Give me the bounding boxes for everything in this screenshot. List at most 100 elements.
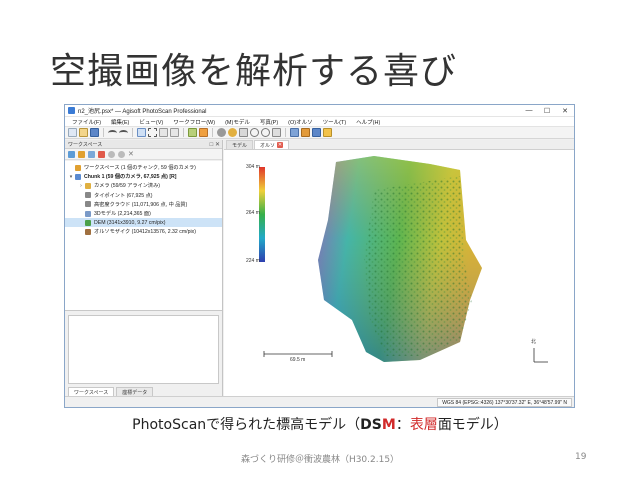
menu-photo[interactable]: 写真(P) xyxy=(255,118,283,126)
tree-item[interactable]: タイポイント (67,925 点) xyxy=(65,191,222,200)
dem-canvas xyxy=(259,156,548,363)
zoom-in-icon[interactable] xyxy=(250,128,259,137)
app-icon xyxy=(68,107,75,114)
rectangle-select-icon[interactable] xyxy=(148,128,157,137)
close-button[interactable]: ✕ xyxy=(556,105,574,117)
menu-workflow[interactable]: ワークフロー(W) xyxy=(168,118,220,126)
tree-item[interactable]: DEM (3141x3910, 9.27 cm/pix) xyxy=(65,218,222,228)
view-tabs: モデル オルソ ✕ xyxy=(224,140,574,150)
menu-help[interactable]: ヘルプ(H) xyxy=(351,118,385,126)
tree-item[interactable]: 高密度クラウド (11,071,906 点, 中 品質) xyxy=(65,200,222,209)
add-folder-icon[interactable] xyxy=(88,150,95,158)
status-bar: WGS 84 (EPSG::4326) 137°30'37.32" E, 36°… xyxy=(65,396,574,407)
tab-ortho-label: オルソ xyxy=(260,142,276,149)
properties-pane xyxy=(68,315,219,384)
tab-model[interactable]: モデル xyxy=(226,140,254,149)
remove-items-icon[interactable] xyxy=(98,150,105,158)
tree-item-icon xyxy=(85,201,91,208)
tree-item[interactable]: オルソモザイク (10412x13576, 2.32 cm/pix) xyxy=(65,227,222,236)
flag-icon[interactable] xyxy=(323,128,332,137)
menu-edit[interactable]: 編集(E) xyxy=(106,118,134,126)
draw-icon[interactable] xyxy=(199,128,208,137)
tab-workspace[interactable]: ワークスペース xyxy=(68,387,115,396)
enable-icon[interactable] xyxy=(118,150,125,158)
move-icon[interactable] xyxy=(159,128,168,137)
menu-file[interactable]: ファイル(F) xyxy=(67,118,106,126)
tree-item-label: 高密度クラウド (11,071,906 点, 中 品質) xyxy=(94,201,188,208)
reset-view-icon[interactable] xyxy=(272,128,281,137)
workspace-panel-title: ワークスペース xyxy=(68,141,103,148)
tab-close-icon[interactable]: ✕ xyxy=(277,142,284,148)
minimize-button[interactable]: — xyxy=(520,105,538,117)
main-area: ワークスペース □ ✕ ✕ ワークスペース (1 個のチャンク, 59 個のカメ… xyxy=(65,140,574,396)
navigation-icon[interactable] xyxy=(137,128,146,137)
menu-bar: ファイル(F) 編集(E) ビュー(V) ワークフロー(W) (M)モデル 写真… xyxy=(65,117,574,127)
redo-icon[interactable] xyxy=(119,129,128,136)
disable-icon[interactable] xyxy=(108,150,115,158)
slide-footer: 森づくり研修＠衝波農林（H30.2.15） xyxy=(240,455,400,465)
open-folder-icon[interactable] xyxy=(79,128,88,137)
add-photos-icon[interactable] xyxy=(78,150,85,158)
page-number: 19 xyxy=(575,452,587,462)
legend-label-264: 264 m xyxy=(246,210,260,216)
coordinate-readout: WGS 84 (EPSG::4326) 137°30'37.32" E, 36°… xyxy=(437,398,572,407)
tab-reference[interactable]: 座標データ xyxy=(116,387,154,396)
caption-suffix: 面モデル） xyxy=(437,417,508,433)
crop-icon[interactable] xyxy=(217,128,226,137)
expand-arrow-icon[interactable]: › xyxy=(78,183,84,189)
panel-controls[interactable]: □ ✕ xyxy=(208,141,222,148)
tree-item-label: Chunk 1 (59 個のカメラ, 67,925 点) [R] xyxy=(84,174,177,181)
rotate-icon[interactable] xyxy=(170,128,179,137)
ortho-viewport[interactable]: 304 m 264 m 224 m 69.5 m 北 xyxy=(224,150,574,396)
show-cameras-icon[interactable] xyxy=(301,128,310,137)
toolbar-divider xyxy=(132,128,133,137)
menu-tools[interactable]: ツール(T) xyxy=(318,118,352,126)
tree-item[interactable]: ▾ Chunk 1 (59 個のカメラ, 67,925 点) [R] xyxy=(65,172,222,181)
menu-model[interactable]: (M)モデル xyxy=(220,118,255,126)
tree-item[interactable]: ワークスペース (1 個のチャンク, 59 個のカメラ) xyxy=(65,163,222,172)
north-label: 北 xyxy=(531,339,537,345)
ruler-icon[interactable] xyxy=(188,128,197,137)
show-markers-icon[interactable] xyxy=(312,128,321,137)
tree-item-icon xyxy=(85,228,91,235)
main-toolbar xyxy=(65,127,574,139)
tree-item[interactable]: › カメラ (59/59 アライン済み) xyxy=(65,181,222,190)
camera-icon[interactable] xyxy=(290,128,299,137)
legend-label-304: 304 m xyxy=(246,164,260,170)
dem-vegetation-texture xyxy=(364,176,472,356)
tree-item-icon xyxy=(85,219,91,226)
tree-item-icon xyxy=(75,173,81,180)
tree-item-label: DEM (3141x3910, 9.27 cm/pix) xyxy=(94,219,166,226)
tree-item[interactable]: 3Dモデル (2,214,365 面) xyxy=(65,209,222,218)
delete-selection-icon[interactable] xyxy=(239,128,248,137)
expand-arrow-icon[interactable]: ▾ xyxy=(68,174,74,180)
slide-caption: PhotoScanで得られた標高モデル（DSM：表層面モデル） xyxy=(0,414,640,434)
undo-icon[interactable] xyxy=(108,129,117,136)
caption-dsm-d: DS xyxy=(360,417,382,433)
toolbar-divider xyxy=(212,128,213,137)
view-panel: モデル オルソ ✕ 304 m 264 m 224 m 69.5 m 北 xyxy=(224,140,574,396)
caption-prefix: PhotoScanで得られた標高モデル（ xyxy=(132,417,361,433)
tree-item-icon xyxy=(75,164,81,171)
tree-item-icon xyxy=(85,210,91,217)
save-icon[interactable] xyxy=(90,128,99,137)
menu-ortho[interactable]: (O)オルソ xyxy=(283,118,317,126)
legend-label-224: 224 m xyxy=(246,258,260,264)
menu-view[interactable]: ビュー(V) xyxy=(134,118,168,126)
tab-ortho[interactable]: オルソ ✕ xyxy=(254,140,290,149)
tree-item-label: カメラ (59/59 アライン済み) xyxy=(94,183,161,190)
new-project-icon[interactable] xyxy=(68,128,77,137)
tree-item-icon xyxy=(85,192,91,199)
close-icon[interactable]: ✕ xyxy=(128,151,135,158)
toolbar-divider xyxy=(285,128,286,137)
north-arrow-icon xyxy=(533,348,548,363)
tree-item-label: ワークスペース (1 個のチャンク, 59 個のカメラ) xyxy=(84,165,196,172)
add-chunk-icon[interactable] xyxy=(68,150,75,158)
maximize-button[interactable]: ☐ xyxy=(538,105,556,117)
slide-title: 空撮画像を解析する喜び xyxy=(50,51,458,92)
workspace-panel-header: ワークスペース □ ✕ xyxy=(65,140,222,149)
zoom-out-icon[interactable] xyxy=(261,128,270,137)
workspace-tree: ワークスペース (1 個のチャンク, 59 個のカメラ) ▾ Chunk 1 (59… xyxy=(65,161,222,311)
brightness-icon[interactable] xyxy=(228,128,237,137)
title-bar: n2_池尻.psx* — Agisoft PhotoScan Professio… xyxy=(65,105,574,117)
